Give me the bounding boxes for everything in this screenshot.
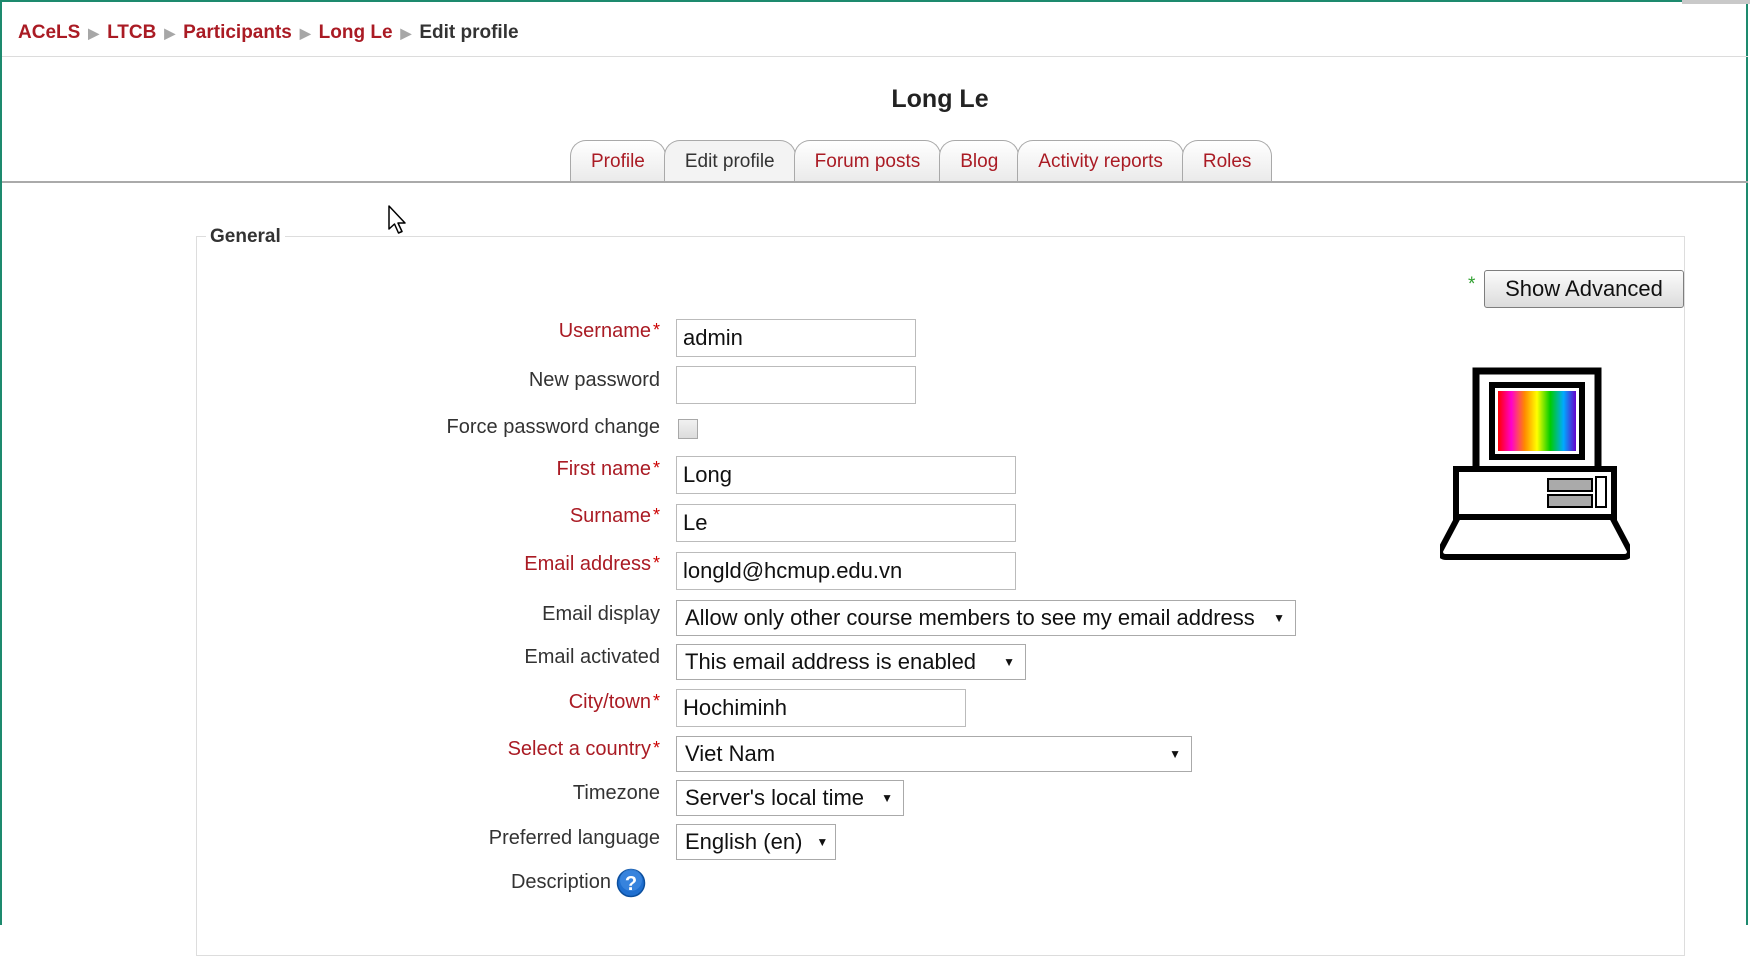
new-password-label: New password [528,369,660,391]
timezone-select[interactable]: Server's local time ▼ [676,780,904,816]
force-password-change-checkbox[interactable] [678,419,698,439]
tab-profile[interactable]: Profile [570,140,666,182]
username-label-text: Username [558,320,651,342]
description-label: Description [510,871,611,893]
email-label: Email address * [524,553,660,576]
arrow-right-icon: ▶ [164,24,176,41]
force-password-change-label: Force password change [446,416,660,438]
first-name-label: First name * [557,458,660,481]
email-activated-select[interactable]: This email address is enabled ▼ [676,644,1026,680]
show-advanced-button[interactable]: Show Advanced [1484,270,1684,308]
city-input[interactable] [676,689,966,727]
tab-blog[interactable]: Blog [939,140,1020,182]
country-label: Select a country * [508,738,660,761]
surname-label-text: Surname [569,505,651,527]
country-value: Viet Nam [685,741,776,766]
header-divider [2,56,1748,57]
email-display-select[interactable]: Allow only other course members to see m… [676,600,1296,636]
timezone-value: Server's local time [685,785,865,810]
arrow-right-icon: ▶ [400,24,412,41]
first-name-label-text: First name [556,458,651,480]
caret-down-icon: ▼ [816,835,829,849]
breadcrumb: ACeLS ▶ LTCB ▶ Participants ▶ Long Le ▶ … [18,22,519,44]
required-icon: * [652,553,660,573]
timezone-label: Timezone [572,782,660,804]
required-icon: * [652,458,660,478]
required-icon: * [652,691,660,711]
tab-forum-posts[interactable]: Forum posts [793,140,942,182]
caret-down-icon: ▼ [1169,747,1181,761]
caret-down-icon: ▼ [1273,611,1285,625]
first-name-input[interactable] [676,456,1016,494]
profile-tabs: Profile Edit profile Forum posts Blog Ac… [570,138,1273,182]
city-label: City/town * [569,691,660,714]
tab-activity-reports[interactable]: Activity reports [1017,140,1184,182]
section-title: General [206,226,285,248]
city-label-text: City/town [568,691,651,713]
mouse-pointer-icon [388,205,406,234]
breadcrumb-link-acels[interactable]: ACeLS [18,22,80,44]
caret-down-icon: ▼ [881,791,893,805]
tab-roles[interactable]: Roles [1181,140,1273,182]
email-activated-label: Email activated [524,646,660,668]
surname-input[interactable] [676,504,1016,542]
new-password-input[interactable] [676,366,916,404]
required-icon: * [652,738,660,758]
email-label-text: Email address [524,553,651,575]
preferred-language-label: Preferred language [488,827,660,849]
help-question-icon[interactable]: ? [616,868,646,898]
language-value: English (en) [685,829,803,854]
country-select[interactable]: Viet Nam ▼ [676,736,1192,772]
page-title: Long Le [891,85,989,113]
caret-down-icon: ▼ [1003,655,1015,669]
computer-avatar-icon [1440,367,1630,560]
tabs-divider [2,181,1748,183]
breadcrumb-link-participants[interactable]: Participants [183,22,292,44]
surname-label: Surname * [570,505,660,528]
general-fieldset [196,236,1685,956]
breadcrumb-link-ltcb[interactable]: LTCB [107,22,156,44]
breadcrumb-current: Edit profile [419,22,519,43]
arrow-right-icon: ▶ [299,24,311,41]
username-input[interactable] [676,319,916,357]
arrow-right-icon: ▶ [88,24,100,41]
email-display-label: Email display [542,603,660,625]
advanced-star: * [1468,274,1476,295]
window-corner [1682,0,1750,4]
username-label: Username * [559,320,660,343]
email-activated-value: This email address is enabled [685,649,977,674]
required-icon: * [652,505,660,525]
required-icon: * [652,320,660,340]
tab-edit-profile[interactable]: Edit profile [663,140,796,182]
email-input[interactable] [676,552,1016,590]
language-select[interactable]: English (en) ▼ [676,824,836,860]
svg-text:?: ? [625,873,637,895]
email-display-value: Allow only other course members to see m… [685,605,1255,630]
country-label-text: Select a country [507,738,651,760]
breadcrumb-link-user[interactable]: Long Le [319,22,393,44]
